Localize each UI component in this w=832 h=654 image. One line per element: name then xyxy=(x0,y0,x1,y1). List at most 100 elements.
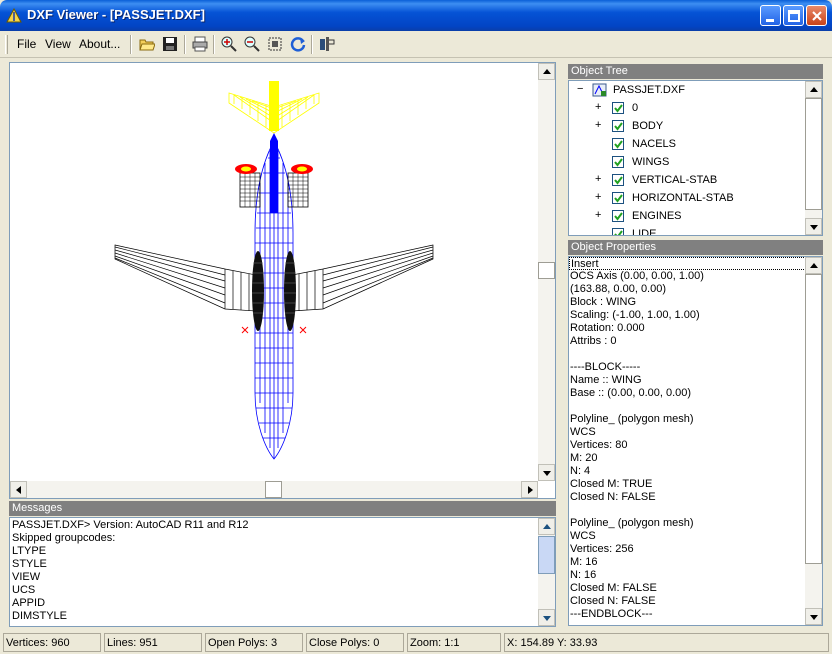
print-button[interactable] xyxy=(189,34,211,55)
property-line-selected[interactable]: Insert xyxy=(569,257,822,270)
status-zoom: Zoom: 1:1 xyxy=(407,633,501,652)
tree-layer-label: NACELS xyxy=(632,138,677,150)
property-line[interactable] xyxy=(569,348,822,361)
expand-icon[interactable]: + xyxy=(595,102,604,113)
layers-icon xyxy=(320,37,335,51)
property-line[interactable]: Closed M: FALSE xyxy=(569,582,822,595)
property-line[interactable]: (163.88, 0.00, 0.00) xyxy=(569,283,822,296)
expand-icon[interactable]: + xyxy=(595,120,604,131)
collapse-icon[interactable]: − xyxy=(577,84,586,95)
minimize-button[interactable] xyxy=(760,5,781,26)
tree-layer-item[interactable]: + ENGINES xyxy=(569,208,809,226)
property-line[interactable]: Closed M: TRUE xyxy=(569,478,822,491)
property-line[interactable]: Attribs : 0 xyxy=(569,335,822,348)
scroll-down-button[interactable] xyxy=(538,464,555,481)
messages-vscrollbar[interactable] xyxy=(538,518,555,626)
tree-layer-item[interactable]: WINGS xyxy=(569,154,809,172)
messages-scroll-thumb[interactable] xyxy=(538,536,555,574)
hscroll-thumb[interactable] xyxy=(265,481,282,498)
property-line[interactable]: M: 16 xyxy=(569,556,822,569)
property-line[interactable]: M: 20 xyxy=(569,452,822,465)
layer-visibility-checkbox[interactable] xyxy=(612,228,624,235)
drawing-canvas[interactable] xyxy=(9,62,556,499)
maximize-icon xyxy=(788,10,800,22)
tree-layer-item[interactable]: LIDE xyxy=(569,226,809,235)
property-line[interactable]: WCS xyxy=(569,530,822,543)
property-line[interactable]: Scaling: (-1.00, 1.00, 1.00) xyxy=(569,309,822,322)
layer-visibility-checkbox[interactable] xyxy=(612,120,624,132)
property-line[interactable]: Closed N: FALSE xyxy=(569,491,822,504)
expand-icon[interactable]: + xyxy=(595,174,604,185)
tree-layer-item[interactable]: + BODY xyxy=(569,118,809,136)
tree-vscrollbar[interactable] xyxy=(805,81,822,235)
toolbar-grip[interactable] xyxy=(5,35,8,54)
property-line[interactable]: Polyline_ (polygon mesh) xyxy=(569,413,822,426)
property-line[interactable]: Block : WING xyxy=(569,296,822,309)
layers-button[interactable] xyxy=(316,34,338,55)
scroll-left-button[interactable] xyxy=(10,481,27,498)
tree-layer-item[interactable]: + HORIZONTAL-STAB xyxy=(569,190,809,208)
window-title: DXF Viewer - [PASSJET.DXF] xyxy=(27,7,205,22)
layer-visibility-checkbox[interactable] xyxy=(612,102,624,114)
layer-visibility-checkbox[interactable] xyxy=(612,192,624,204)
layer-visibility-checkbox[interactable] xyxy=(612,174,624,186)
zoom-in-button[interactable] xyxy=(218,34,240,55)
tree-scroll-up[interactable] xyxy=(805,81,822,98)
property-line[interactable]: Vertices: 80 xyxy=(569,439,822,452)
expand-icon[interactable]: + xyxy=(595,192,604,203)
property-line[interactable]: Name :: WING xyxy=(569,374,822,387)
object-properties-panel[interactable]: Insert OCS Axis (0.00, 0.00, 1.00) (163.88… xyxy=(568,256,823,626)
layer-visibility-checkbox[interactable] xyxy=(612,156,624,168)
property-line[interactable]: Polyline_ (polygon mesh) xyxy=(569,517,822,530)
scroll-right-button[interactable] xyxy=(521,481,538,498)
scroll-up-button[interactable] xyxy=(538,63,555,80)
tree-root[interactable]: − PASSJET.DXF xyxy=(569,82,809,100)
canvas-hscrollbar[interactable] xyxy=(10,481,538,498)
property-line[interactable]: Base :: (0.00, 0.00, 0.00) xyxy=(569,387,822,400)
property-line[interactable]: Closed N: FALSE xyxy=(569,595,822,608)
arrow-down-icon xyxy=(543,616,551,621)
tree-layer-item[interactable]: NACELS xyxy=(569,136,809,154)
props-scroll-down[interactable] xyxy=(805,608,822,625)
props-scroll-thumb[interactable] xyxy=(805,274,822,564)
property-line[interactable]: Vertices: 256 xyxy=(569,543,822,556)
vscroll-thumb[interactable] xyxy=(538,262,555,279)
zoom-extents-button[interactable] xyxy=(264,34,286,55)
menu-file[interactable]: File xyxy=(17,37,36,51)
menu-about[interactable]: About... xyxy=(79,37,120,51)
property-line[interactable]: N: 16 xyxy=(569,569,822,582)
property-line[interactable] xyxy=(569,400,822,413)
tree-layer-item[interactable]: + VERTICAL-STAB xyxy=(569,172,809,190)
message-line: DIMSTYLE xyxy=(12,610,68,622)
layer-visibility-checkbox[interactable] xyxy=(612,210,624,222)
messages-scroll-down[interactable] xyxy=(538,609,555,626)
canvas-vscrollbar[interactable] xyxy=(538,63,555,481)
save-button[interactable] xyxy=(159,34,181,55)
layer-visibility-checkbox[interactable] xyxy=(612,138,624,150)
messages-panel[interactable]: PASSJET.DXF> Version: AutoCAD R11 and R1… xyxy=(9,517,556,627)
open-button[interactable] xyxy=(136,34,158,55)
menu-view[interactable]: View xyxy=(45,37,71,51)
property-line[interactable]: OCS Axis (0.00, 0.00, 1.00) xyxy=(569,270,822,283)
title-bar[interactable]: DXF Viewer - [PASSJET.DXF] xyxy=(0,0,832,31)
message-line: LTYPE xyxy=(12,545,47,557)
tree-scroll-down[interactable] xyxy=(805,218,822,235)
property-line[interactable]: Rotation: 0.000 xyxy=(569,322,822,335)
property-line[interactable]: ---ENDBLOCK--- xyxy=(569,608,822,621)
props-scroll-up[interactable] xyxy=(805,257,822,274)
property-line[interactable] xyxy=(569,504,822,517)
zoom-out-button[interactable] xyxy=(241,34,263,55)
expand-icon[interactable]: + xyxy=(595,210,604,221)
property-line[interactable]: WCS xyxy=(569,426,822,439)
object-tree[interactable]: − PASSJET.DXF +0 + BODY NACELS WINGS + VERTICA… xyxy=(568,80,823,236)
props-vscrollbar[interactable] xyxy=(805,257,822,625)
tree-scroll-thumb[interactable] xyxy=(805,98,822,210)
close-button[interactable] xyxy=(806,5,827,26)
messages-scroll-up[interactable] xyxy=(538,518,555,535)
message-line: Skipped groupcodes: xyxy=(12,532,116,544)
property-line[interactable]: ----BLOCK----- xyxy=(569,361,822,374)
refresh-button[interactable] xyxy=(287,34,309,55)
tree-layer-item[interactable]: +0 xyxy=(569,100,809,118)
maximize-button[interactable] xyxy=(783,5,804,26)
property-line[interactable]: N: 4 xyxy=(569,465,822,478)
